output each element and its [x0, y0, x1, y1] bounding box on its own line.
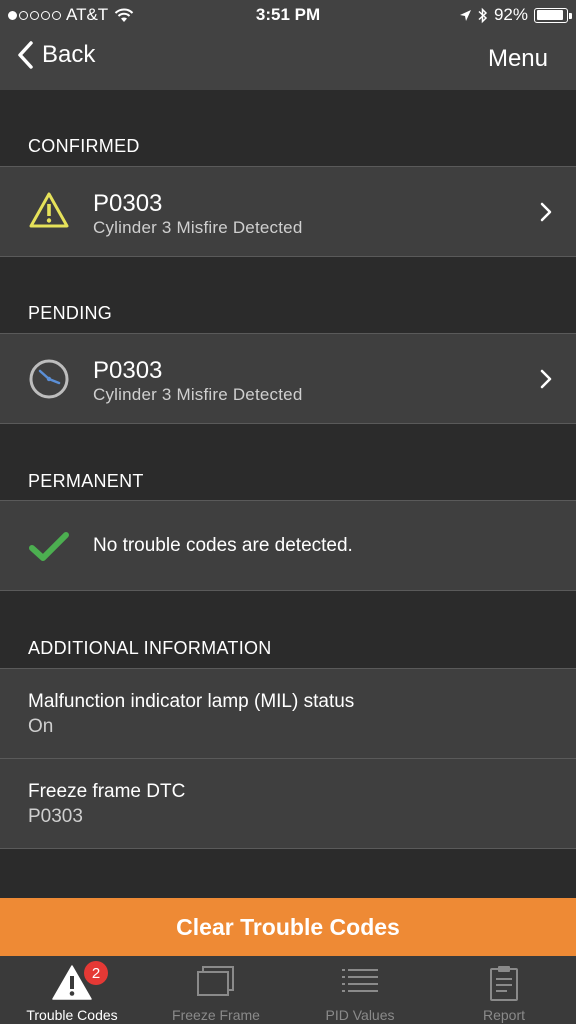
chevron-right-icon	[540, 369, 552, 389]
freeze-frame-dtc-value: P0303	[28, 806, 83, 827]
tab-pid-values[interactable]: PID Values	[288, 956, 432, 1024]
battery-percentage: 92%	[493, 5, 528, 24]
freeze-frame-dtc-label: Freeze frame DTC	[28, 781, 186, 802]
section-header-pending: PENDING	[28, 303, 113, 323]
battery-icon	[534, 7, 572, 23]
app-header: AT&T 3:51 PM 92% Back Menu	[0, 0, 576, 90]
clipboard-icon	[490, 966, 518, 1001]
additional-info-group: Malfunction indicator lamp (MIL) status …	[0, 668, 576, 849]
tab-bar: 2 Trouble Codes Freeze Frame PID Values	[0, 956, 576, 1024]
confirmed-dtc-description: Cylinder 3 Misfire Detected	[93, 218, 303, 237]
tab-label-report: Report	[482, 1007, 526, 1023]
bluetooth-icon	[478, 7, 488, 23]
clock-icon	[29, 359, 69, 399]
confirmed-code-row[interactable]: P0303 Cylinder 3 Misfire Detected	[0, 166, 576, 257]
clear-trouble-codes-button[interactable]: Clear Trouble Codes	[0, 898, 576, 956]
permanent-status-row: No trouble codes are detected.	[0, 500, 576, 591]
divider	[0, 758, 576, 759]
list-icon	[342, 969, 378, 992]
tab-label-freeze-frame: Freeze Frame	[172, 1007, 260, 1023]
location-arrow-icon	[459, 9, 471, 21]
notification-badge: 2	[84, 961, 108, 985]
checkmark-icon	[29, 532, 69, 561]
mil-status-value: On	[28, 716, 54, 737]
permanent-status-message: No trouble codes are detected.	[93, 535, 353, 556]
tab-label-trouble-codes: Trouble Codes	[26, 1007, 118, 1023]
confirmed-dtc-code: P0303	[93, 190, 163, 217]
status-bar: AT&T 3:51 PM 92%	[0, 0, 576, 30]
status-bar-right: 92%	[459, 5, 572, 25]
freeze-frame-icon	[197, 966, 234, 996]
pending-code-row[interactable]: P0303 Cylinder 3 Misfire Detected	[0, 333, 576, 424]
menu-button[interactable]: Menu	[488, 45, 548, 73]
tab-report[interactable]: Report	[432, 956, 576, 1024]
pending-dtc-code: P0303	[93, 357, 163, 384]
tab-label-pid-values: PID Values	[325, 1007, 395, 1023]
section-header-confirmed: CONFIRMED	[28, 136, 140, 156]
back-button[interactable]: Back	[16, 40, 95, 70]
section-header-permanent: PERMANENT	[28, 471, 144, 491]
chevron-left-icon	[18, 41, 33, 69]
battery-level-fill	[536, 10, 564, 20]
back-label: Back	[42, 41, 96, 68]
mil-status-label: Malfunction indicator lamp (MIL) status	[28, 691, 355, 712]
warning-triangle-icon	[29, 192, 69, 228]
tab-freeze-frame[interactable]: Freeze Frame	[144, 956, 288, 1024]
chevron-right-icon	[540, 202, 552, 222]
pending-dtc-description: Cylinder 3 Misfire Detected	[93, 385, 303, 404]
tab-trouble-codes[interactable]: 2 Trouble Codes	[0, 956, 144, 1024]
section-header-additional: ADDITIONAL INFORMATION	[28, 638, 272, 658]
